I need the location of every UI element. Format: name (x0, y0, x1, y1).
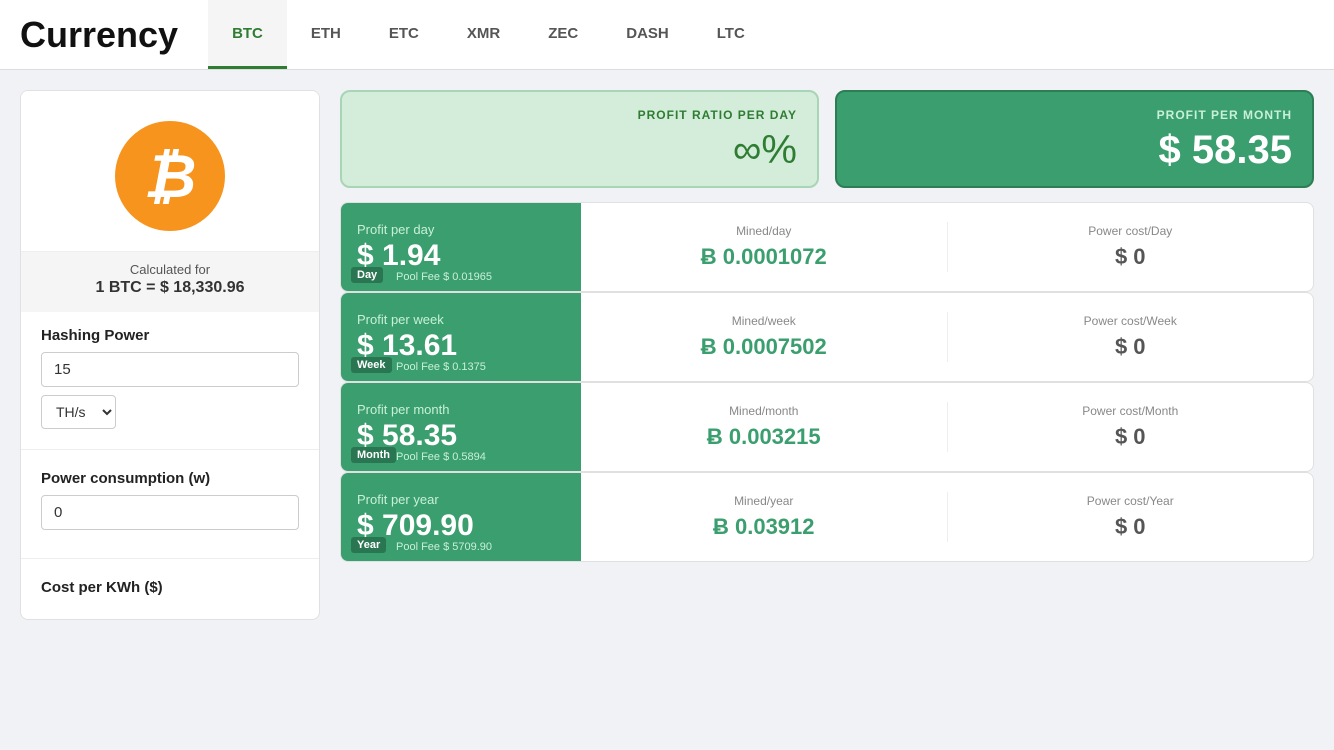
mined-value-week: Ƀ 0.0007502 (591, 334, 937, 360)
data-row-left-day: Profit per day $ 1.94 Day Pool Fee $ 0.0… (341, 203, 581, 291)
row-fee-week: Pool Fee $ 0.1375 (396, 361, 486, 373)
cost-kwh-section: Cost per KWh ($) (21, 564, 319, 619)
data-row-left-week: Profit per week $ 13.61 Week Pool Fee $ … (341, 293, 581, 381)
tab-ltc[interactable]: LTC (693, 0, 769, 69)
header: Currency BTCETHETCXMRZECDASHLTC (0, 0, 1334, 70)
data-row-year: Profit per year $ 709.90 Year Pool Fee $… (340, 472, 1314, 562)
data-row-left-month: Profit per month $ 58.35 Month Pool Fee … (341, 383, 581, 471)
power-cell-year: Power cost/Year $ 0 (948, 484, 1314, 550)
row-fee-day: Pool Fee $ 0.01965 (396, 271, 492, 283)
profit-month-card: PROFIT PER MONTH $ 58.35 (835, 90, 1314, 188)
btc-price: 1 BTC = $ 18,330.96 (41, 279, 299, 297)
right-panel: PROFIT RATIO PER DAY ∞% PROFIT PER MONTH… (340, 90, 1314, 620)
tab-btc[interactable]: BTC (208, 0, 287, 69)
power-cell-day: Power cost/Day $ 0 (948, 214, 1314, 280)
mined-cell-week: Mined/week Ƀ 0.0007502 (581, 304, 947, 370)
mined-value-month: Ƀ 0.003215 (591, 424, 937, 450)
profit-month-value: $ 58.35 (1159, 130, 1292, 170)
power-cell-week: Power cost/Week $ 0 (948, 304, 1314, 370)
hashing-power-section: Hashing Power TH/s GH/s MH/s (21, 312, 319, 444)
power-consumption-label: Power consumption (w) (41, 470, 299, 487)
mined-value-day: Ƀ 0.0001072 (591, 244, 937, 270)
power-label-day: Power cost/Day (958, 224, 1304, 238)
row-period-badge-month: Month (351, 447, 396, 463)
power-label-week: Power cost/Week (958, 314, 1304, 328)
power-consumption-section: Power consumption (w) (21, 455, 319, 553)
profit-ratio-label: PROFIT RATIO PER DAY (638, 108, 797, 122)
data-row-right-day: Mined/day Ƀ 0.0001072 Power cost/Day $ 0 (581, 203, 1313, 291)
data-row-right-month: Mined/month Ƀ 0.003215 Power cost/Month … (581, 383, 1313, 471)
mined-cell-month: Mined/month Ƀ 0.003215 (581, 394, 947, 460)
data-row-left-year: Profit per year $ 709.90 Year Pool Fee $… (341, 473, 581, 561)
row-fee-year: Pool Fee $ 5709.90 (396, 541, 492, 553)
profit-month-label: PROFIT PER MONTH (1157, 108, 1292, 122)
tab-zec[interactable]: ZEC (524, 0, 602, 69)
power-value-day: $ 0 (958, 244, 1304, 270)
main-content: ₿ Calculated for 1 BTC = $ 18,330.96 Has… (0, 70, 1334, 640)
power-value-week: $ 0 (958, 334, 1304, 360)
mined-label-month: Mined/month (591, 404, 937, 418)
hashing-unit-select[interactable]: TH/s GH/s MH/s (41, 395, 116, 429)
data-row-day: Profit per day $ 1.94 Day Pool Fee $ 0.0… (340, 202, 1314, 292)
data-row-right-week: Mined/week Ƀ 0.0007502 Power cost/Week $… (581, 293, 1313, 381)
coin-logo-area: ₿ (21, 91, 319, 251)
row-fee-month: Pool Fee $ 0.5894 (396, 451, 486, 463)
tab-dash[interactable]: DASH (602, 0, 693, 69)
row-title-year: Profit per year (357, 492, 565, 507)
row-period-badge-day: Day (351, 267, 383, 283)
mined-cell-day: Mined/day Ƀ 0.0001072 (581, 214, 947, 280)
tab-etc[interactable]: ETC (365, 0, 443, 69)
profit-ratio-card: PROFIT RATIO PER DAY ∞% (340, 90, 819, 188)
data-rows-container: Profit per day $ 1.94 Day Pool Fee $ 0.0… (340, 202, 1314, 562)
calculated-for-label: Calculated for (41, 262, 299, 277)
data-row-week: Profit per week $ 13.61 Week Pool Fee $ … (340, 292, 1314, 382)
mined-label-week: Mined/week (591, 314, 937, 328)
row-period-badge-week: Week (351, 357, 392, 373)
power-value-month: $ 0 (958, 424, 1304, 450)
left-panel: ₿ Calculated for 1 BTC = $ 18,330.96 Has… (20, 90, 320, 620)
coin-price-area: Calculated for 1 BTC = $ 18,330.96 (21, 251, 319, 312)
page-title: Currency (20, 14, 178, 56)
power-consumption-input[interactable] (41, 495, 299, 530)
row-value-day: $ 1.94 (357, 239, 565, 272)
mined-value-year: Ƀ 0.03912 (591, 514, 937, 540)
row-period-badge-year: Year (351, 537, 386, 553)
profit-ratio-value: ∞% (733, 130, 797, 170)
hashing-power-label: Hashing Power (41, 327, 299, 344)
hashing-power-input[interactable] (41, 352, 299, 387)
mined-label-day: Mined/day (591, 224, 937, 238)
row-title-week: Profit per week (357, 312, 565, 327)
summary-row: PROFIT RATIO PER DAY ∞% PROFIT PER MONTH… (340, 90, 1314, 188)
tab-eth[interactable]: ETH (287, 0, 365, 69)
row-title-month: Profit per month (357, 402, 565, 417)
row-title-day: Profit per day (357, 222, 565, 237)
currency-tabs: BTCETHETCXMRZECDASHLTC (208, 0, 769, 69)
cost-kwh-label: Cost per KWh ($) (41, 579, 299, 596)
power-label-year: Power cost/Year (958, 494, 1304, 508)
mined-cell-year: Mined/year Ƀ 0.03912 (581, 484, 947, 550)
tab-xmr[interactable]: XMR (443, 0, 524, 69)
mined-label-year: Mined/year (591, 494, 937, 508)
btc-logo: ₿ (115, 121, 225, 231)
data-row-month: Profit per month $ 58.35 Month Pool Fee … (340, 382, 1314, 472)
data-row-right-year: Mined/year Ƀ 0.03912 Power cost/Year $ 0 (581, 473, 1313, 561)
power-value-year: $ 0 (958, 514, 1304, 540)
power-label-month: Power cost/Month (958, 404, 1304, 418)
row-value-year: $ 709.90 (357, 509, 565, 542)
power-cell-month: Power cost/Month $ 0 (948, 394, 1314, 460)
